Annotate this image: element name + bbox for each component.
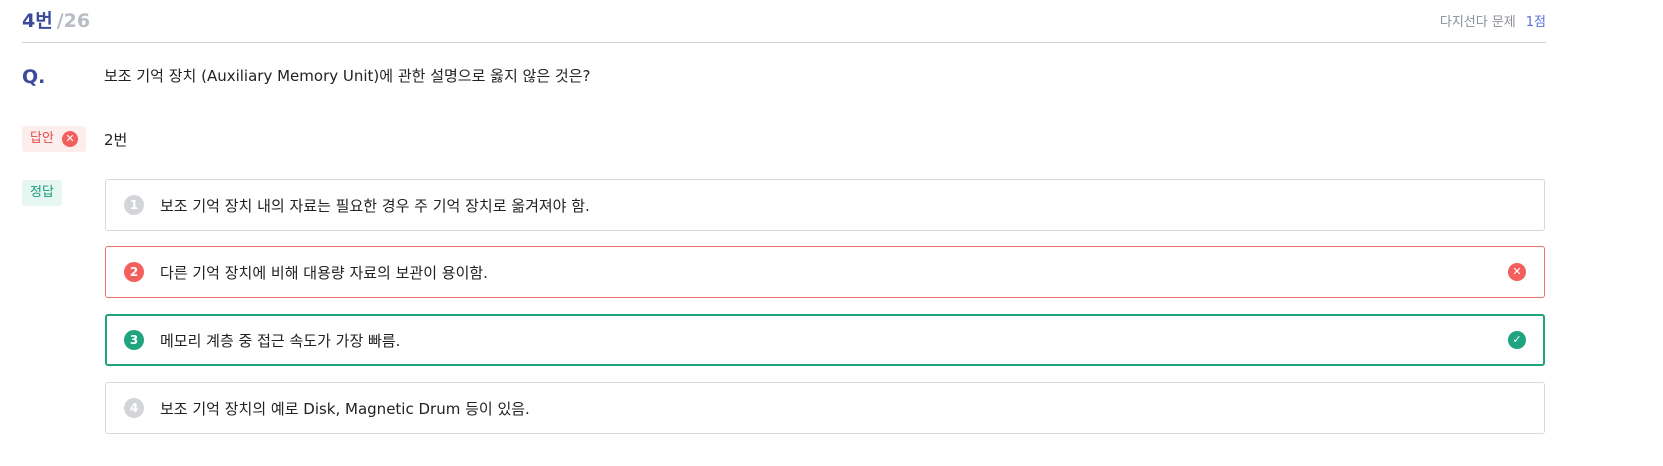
option-3[interactable]: 3 메모리 계층 중 접근 속도가 가장 빠름. ✓ xyxy=(105,314,1545,366)
question-header: 4번/26 다지선다 문제 1점 xyxy=(22,0,1546,43)
option-2[interactable]: 2 다른 기억 장치에 비해 대용량 자료의 보관이 용이함. ✕ xyxy=(105,246,1545,298)
question-number-value: 4번 xyxy=(22,10,53,32)
option-text: 보조 기억 장치의 예로 Disk, Magnetic Drum 등이 있음. xyxy=(160,400,530,418)
x-circle-icon: ✕ xyxy=(1508,263,1526,281)
question-type: 다지선다 문제 1점 xyxy=(1440,11,1546,30)
check-circle-icon: ✓ xyxy=(1508,331,1526,349)
question-text: 보조 기억 장치 (Auxiliary Memory Unit)에 관한 설명으… xyxy=(104,67,591,85)
correct-tag: 정답 xyxy=(22,180,62,206)
question-type-label: 다지선다 문제 xyxy=(1439,15,1516,30)
option-number: 2 xyxy=(124,262,144,282)
option-number: 1 xyxy=(124,195,144,215)
option-text: 다른 기억 장치에 비해 대용량 자료의 보관이 용이함. xyxy=(160,264,488,282)
option-text: 메모리 계층 중 접근 속도가 가장 빠름. xyxy=(160,332,401,350)
question-number: 4번/26 xyxy=(22,6,90,33)
x-circle-icon: ✕ xyxy=(61,131,78,147)
option-4[interactable]: 4 보조 기억 장치의 예로 Disk, Magnetic Drum 등이 있음… xyxy=(105,382,1545,434)
answer-tag: 답안 ✕ xyxy=(22,126,86,152)
option-1[interactable]: 1 보조 기억 장치 내의 자료는 필요한 경우 주 기억 장치로 옮겨져야 함… xyxy=(105,179,1545,231)
answer-tag-label: 답안 xyxy=(30,131,54,146)
option-text: 보조 기억 장치 내의 자료는 필요한 경우 주 기억 장치로 옮겨져야 함. xyxy=(160,197,590,215)
option-number: 3 xyxy=(124,330,144,350)
question-total: /26 xyxy=(56,10,91,32)
option-number: 4 xyxy=(124,398,144,418)
user-answer: 2번 xyxy=(104,131,128,149)
question-label: Q. xyxy=(22,66,46,88)
question-score: 1점 xyxy=(1525,15,1546,30)
